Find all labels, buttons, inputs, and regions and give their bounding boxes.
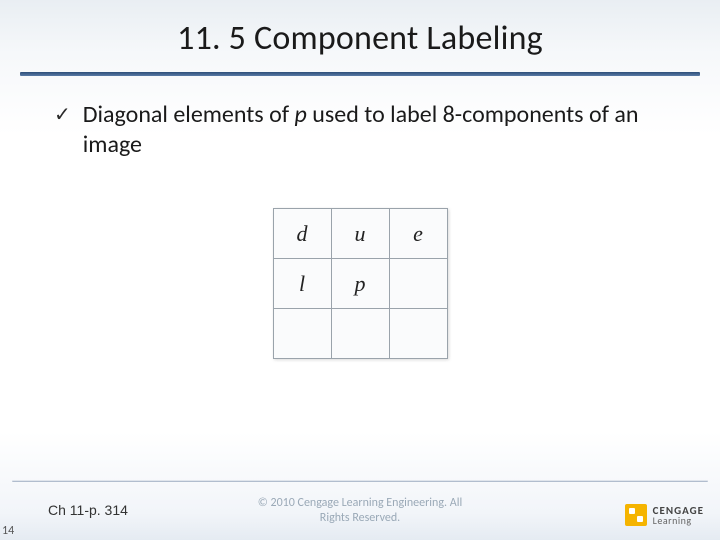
slide: 11. 5 Component Labeling ✓ Diagonal elem… xyxy=(0,0,720,540)
brand-line2: Learning xyxy=(653,516,704,526)
bullet-pre: Diagonal elements of xyxy=(83,100,295,129)
title-underline xyxy=(20,72,700,76)
table-row xyxy=(273,309,447,359)
cell-empty xyxy=(331,309,389,359)
cell-d: d xyxy=(273,209,331,259)
bullet-var: p xyxy=(295,100,307,129)
cell-empty xyxy=(389,309,447,359)
title-wrap: 11. 5 Component Labeling xyxy=(0,18,720,59)
cell-empty xyxy=(273,309,331,359)
cengage-icon xyxy=(625,504,647,526)
body: ✓ Diagonal elements of p used to label 8… xyxy=(54,100,680,160)
page-number: 14 xyxy=(2,524,14,538)
brand-text: CENGAGE Learning xyxy=(653,505,704,526)
cell-empty xyxy=(389,259,447,309)
bullet-item: ✓ Diagonal elements of p used to label 8… xyxy=(54,100,680,160)
slide-title: 11. 5 Component Labeling xyxy=(0,18,720,59)
footer: 14 Ch 11-p. 314 © 2010 Cengage Learning … xyxy=(0,474,720,540)
footer-divider xyxy=(12,480,708,482)
brand-logo: CENGAGE Learning xyxy=(625,504,704,526)
copyright-text: © 2010 Cengage Learning Engineering. All… xyxy=(0,496,720,526)
cell-l: l xyxy=(273,259,331,309)
check-icon: ✓ xyxy=(54,100,71,130)
cell-e: e xyxy=(389,209,447,259)
neighbor-grid-wrap: d u e l p xyxy=(0,208,720,359)
cell-p: p xyxy=(331,259,389,309)
bullet-text: Diagonal elements of p used to label 8-c… xyxy=(83,100,680,160)
table-row: l p xyxy=(273,259,447,309)
cell-u: u xyxy=(331,209,389,259)
table-row: d u e xyxy=(273,209,447,259)
neighbor-grid: d u e l p xyxy=(273,208,448,359)
